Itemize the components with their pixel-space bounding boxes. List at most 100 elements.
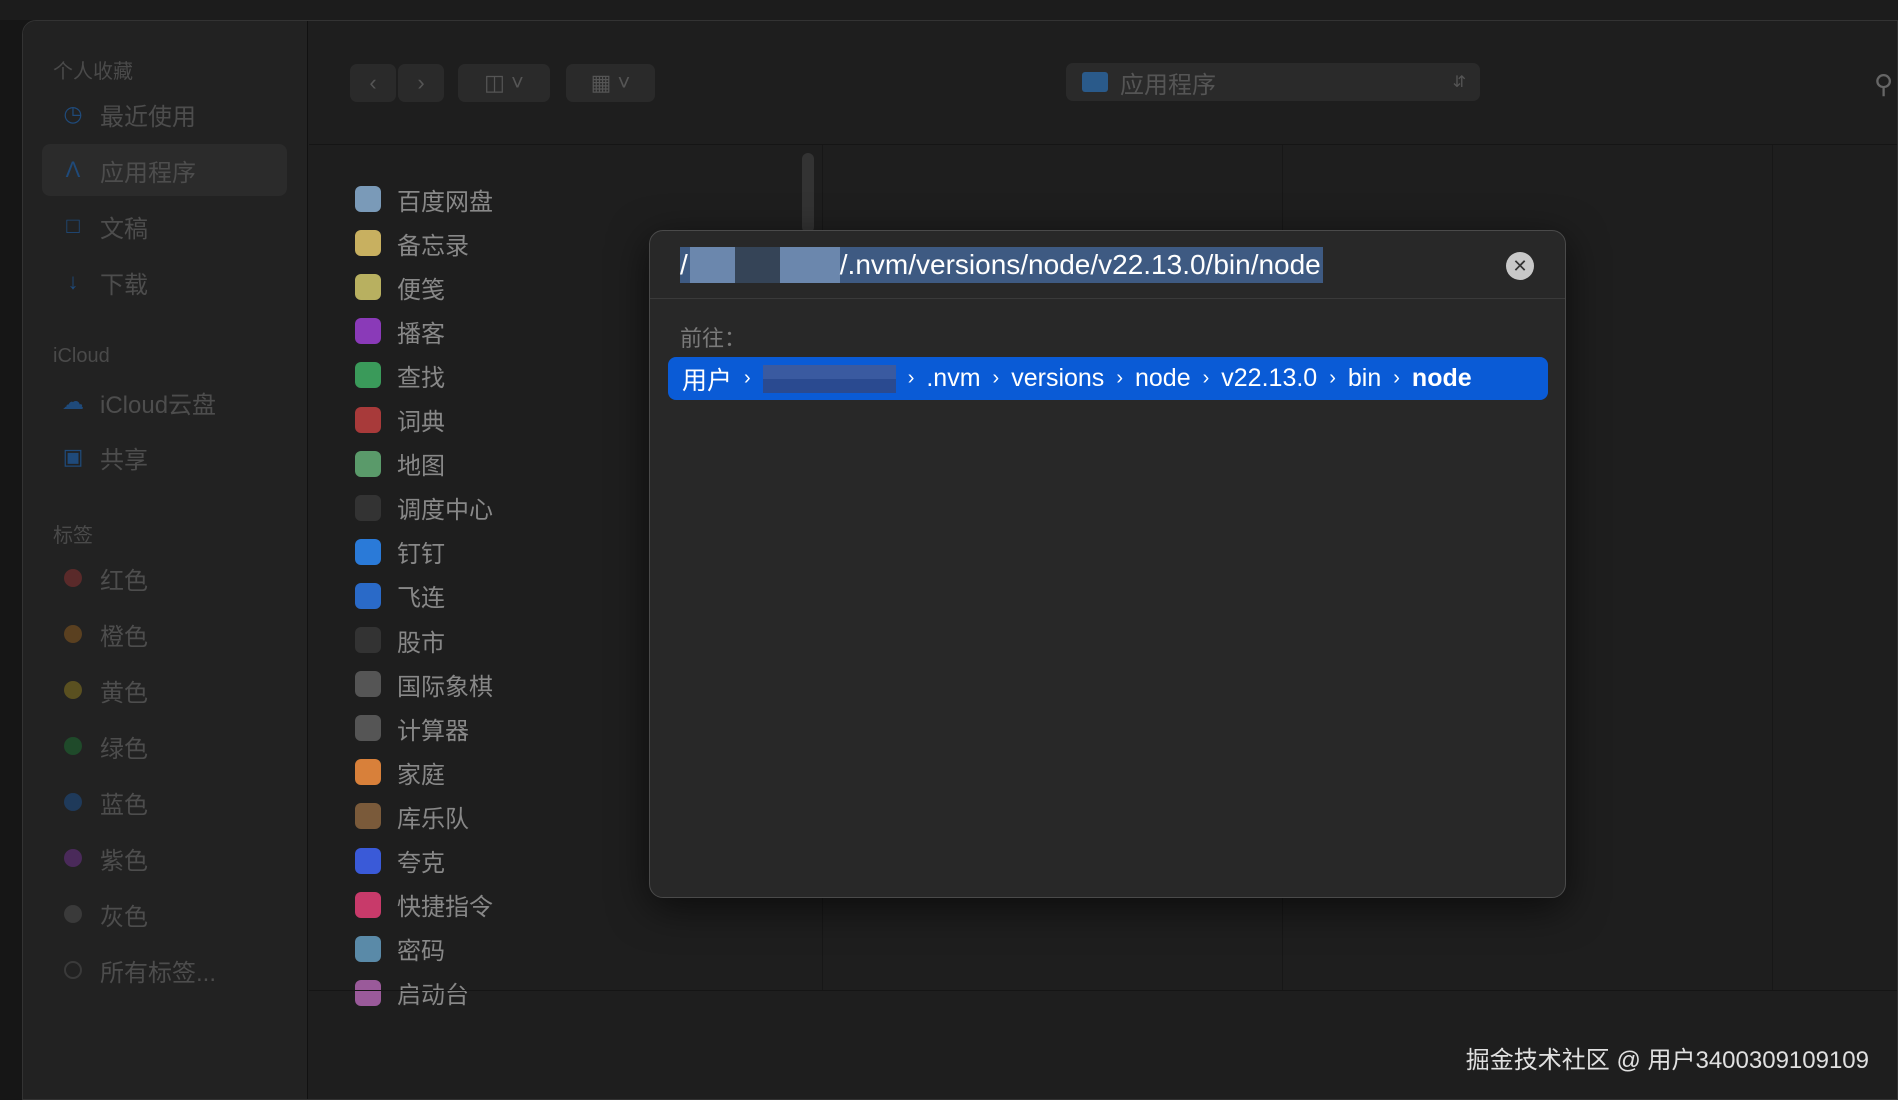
go-to-folder-dialog: //.nvm/versions/node/v22.13.0/bin/node ✕… bbox=[649, 230, 1566, 898]
path-suggestion[interactable]: 用户 › › .nvm › versions › node › v22.13.0 › bi… bbox=[668, 357, 1548, 400]
app-list-item[interactable]: 国际象棋 bbox=[355, 664, 493, 704]
app-list-item[interactable]: 查找 bbox=[355, 355, 445, 395]
scrollbar[interactable] bbox=[802, 153, 814, 233]
sidebar-item-label: 文稿 bbox=[100, 215, 148, 243]
view-columns-button[interactable]: ◫ ˅ bbox=[458, 64, 550, 102]
app-icon bbox=[355, 494, 381, 521]
sidebar-item[interactable]: Λ 应用程序 bbox=[42, 144, 287, 196]
tag-label: 紫色 bbox=[100, 847, 148, 875]
location-label: 应用程序 bbox=[1120, 71, 1216, 99]
app-name: 国际象棋 bbox=[397, 673, 493, 701]
sidebar-item[interactable]: ▣ 共享 bbox=[42, 431, 287, 483]
chevron-down-icon: ˅ bbox=[617, 70, 631, 95]
app-icon bbox=[355, 274, 381, 301]
app-list-item[interactable]: 股市 bbox=[355, 620, 445, 660]
path-input[interactable]: //.nvm/versions/node/v22.13.0/bin/node bbox=[680, 247, 1323, 283]
tag-label: 灰色 bbox=[100, 903, 148, 931]
app-list-item[interactable]: 备忘录 bbox=[355, 223, 469, 263]
app-icon bbox=[355, 406, 381, 433]
location-popup[interactable]: 应用程序 ⇵ bbox=[1066, 63, 1480, 101]
app-name: 股市 bbox=[397, 629, 445, 657]
tag-color-icon bbox=[64, 737, 82, 755]
grid-icon: ▦ bbox=[590, 70, 612, 95]
app-icon bbox=[355, 759, 381, 786]
crumb: versions bbox=[1011, 364, 1105, 392]
sidebar-tag[interactable]: 黄色 bbox=[42, 664, 287, 716]
search-icon[interactable]: ⚲ bbox=[1874, 69, 1893, 100]
app-list-item[interactable]: 钉钉 bbox=[355, 532, 445, 572]
sidebar-item-label: 共享 bbox=[100, 446, 148, 474]
tag-label: 绿色 bbox=[100, 735, 148, 763]
sidebar-item[interactable]: □ 文稿 bbox=[42, 200, 287, 252]
chevron-right-icon: › bbox=[1393, 367, 1400, 389]
app-name: 家庭 bbox=[397, 761, 445, 789]
app-list-item[interactable]: 夸克 bbox=[355, 841, 445, 881]
forward-button[interactable]: › bbox=[398, 64, 444, 102]
app-name: 夸克 bbox=[397, 850, 445, 877]
tag-label: 黄色 bbox=[100, 679, 148, 707]
crumb: node bbox=[1134, 364, 1191, 392]
clear-button[interactable]: ✕ bbox=[1506, 252, 1534, 280]
status-divider bbox=[309, 990, 1897, 991]
app-icon bbox=[355, 318, 381, 345]
app-list-item[interactable]: 计算器 bbox=[355, 708, 469, 748]
sidebar-tag[interactable]: 绿色 bbox=[42, 720, 287, 772]
app-list-item[interactable]: 百度网盘 bbox=[355, 179, 493, 219]
app-name: 地图 bbox=[397, 453, 445, 481]
sidebar-tag[interactable]: 所有标签... bbox=[42, 944, 287, 996]
redacted-username bbox=[689, 247, 840, 283]
toolbar-divider bbox=[309, 144, 1897, 145]
crumb-current: node bbox=[1411, 364, 1472, 392]
app-name: 便笺 bbox=[397, 276, 445, 304]
sidebar-item-label: iCloud云盘 bbox=[100, 391, 217, 419]
sidebar-item[interactable]: ◷ 最近使用 bbox=[42, 88, 287, 140]
app-list-item[interactable]: 调度中心 bbox=[355, 488, 493, 528]
sidebar-tag[interactable]: 蓝色 bbox=[42, 776, 287, 828]
app-name: 备忘录 bbox=[397, 232, 469, 260]
sidebar: 个人收藏 ◷ 最近使用 Λ 应用程序 □ 文稿 ↓ 下载 iCloud ☁ iCloud云盘 ▣ 共… bbox=[23, 21, 308, 1099]
app-list-item[interactable]: 便笺 bbox=[355, 267, 445, 307]
column-divider bbox=[1772, 145, 1773, 990]
app-name: 调度中心 bbox=[397, 497, 493, 525]
document-icon: □ bbox=[66, 213, 80, 238]
sidebar-item-label: 应用程序 bbox=[100, 159, 196, 187]
dialog-divider bbox=[650, 298, 1565, 299]
sidebar-item[interactable]: ↓ 下载 bbox=[42, 256, 287, 308]
app-name: 查找 bbox=[397, 364, 445, 392]
app-name: 百度网盘 bbox=[397, 188, 493, 216]
sidebar-item-label: 下载 bbox=[100, 271, 148, 299]
app-icon bbox=[355, 715, 381, 742]
group-button[interactable]: ▦ ˅ bbox=[566, 64, 655, 102]
app-list-item[interactable]: 地图 bbox=[355, 444, 445, 484]
app-list-item[interactable]: 家庭 bbox=[355, 752, 445, 792]
app-icon bbox=[355, 230, 381, 257]
tag-label: 蓝色 bbox=[100, 791, 148, 819]
crumb: v22.13.0 bbox=[1221, 364, 1318, 392]
app-list-item[interactable]: 词典 bbox=[355, 400, 445, 440]
folder-icon bbox=[1082, 72, 1108, 92]
sidebar-tag[interactable]: 紫色 bbox=[42, 832, 287, 884]
favorites-header: 个人收藏 bbox=[53, 61, 133, 83]
app-list-item[interactable]: 库乐队 bbox=[355, 796, 469, 836]
app-icon bbox=[355, 671, 381, 698]
app-name: 播客 bbox=[397, 320, 445, 348]
app-list-item[interactable]: 启动台 bbox=[355, 973, 469, 1013]
sidebar-item[interactable]: ☁ iCloud云盘 bbox=[42, 376, 287, 428]
sidebar-tag[interactable]: 橙色 bbox=[42, 608, 287, 660]
tag-color-icon bbox=[64, 681, 82, 699]
app-icon bbox=[355, 979, 381, 1006]
tags-header: 标签 bbox=[53, 525, 93, 547]
apps-icon: Λ bbox=[65, 157, 81, 182]
app-list-item[interactable]: 密码 bbox=[355, 929, 445, 969]
goto-label: 前往： bbox=[680, 326, 747, 351]
app-icon bbox=[355, 538, 381, 565]
shared-folder-icon: ▣ bbox=[62, 444, 84, 469]
sidebar-tag[interactable]: 灰色 bbox=[42, 888, 287, 940]
back-button[interactable]: ‹ bbox=[350, 64, 396, 102]
crumb: .nvm bbox=[926, 364, 981, 392]
app-list-item[interactable]: 快捷指令 bbox=[355, 885, 493, 925]
sidebar-tag[interactable]: 红色 bbox=[42, 552, 287, 604]
app-list-item[interactable]: 播客 bbox=[355, 311, 445, 351]
app-list-item[interactable]: 飞连 bbox=[355, 576, 445, 616]
tag-color-icon bbox=[64, 905, 82, 923]
